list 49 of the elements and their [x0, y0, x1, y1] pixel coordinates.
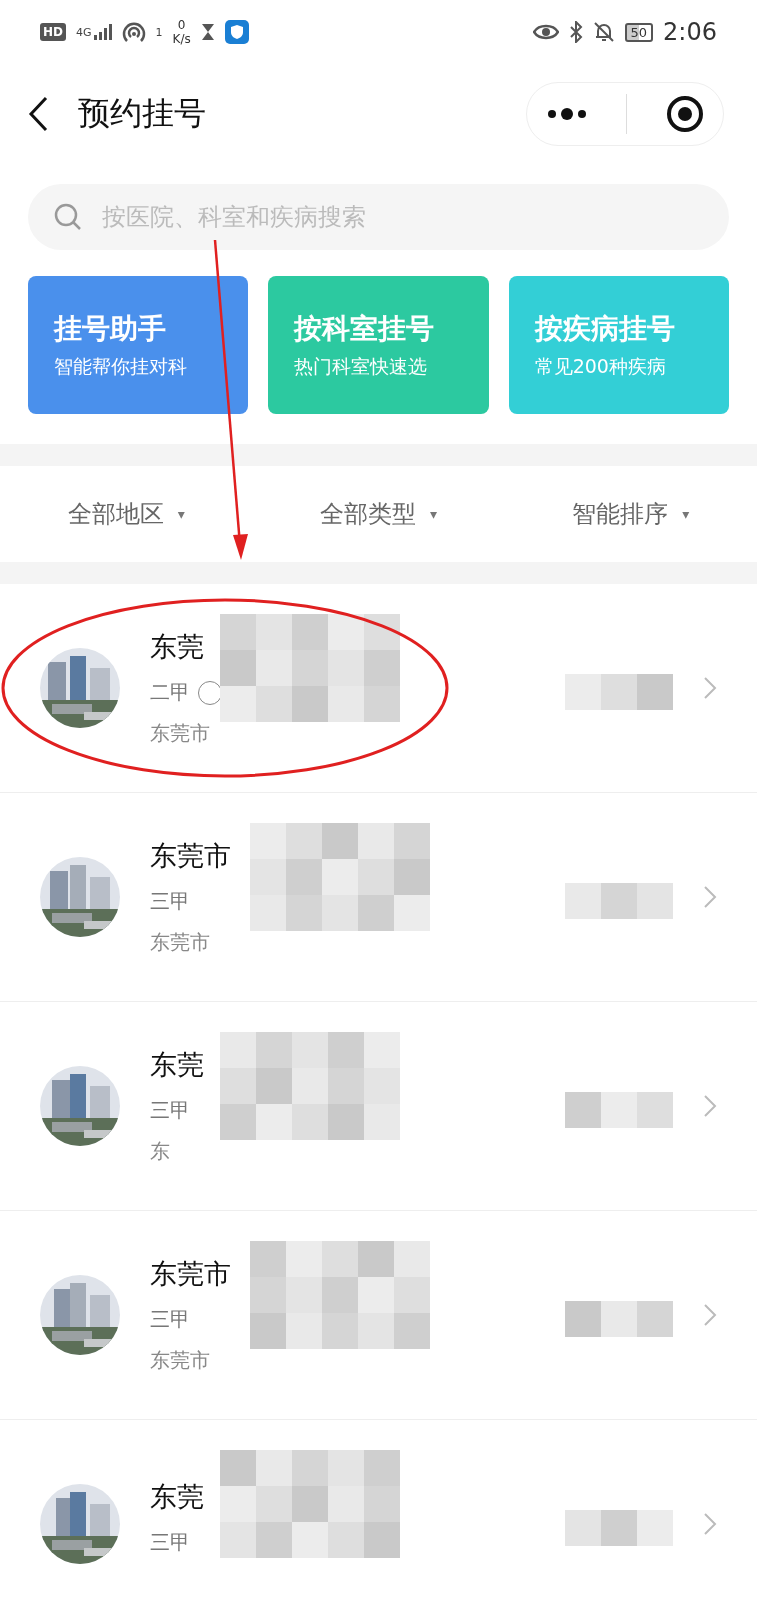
card-subtitle: 智能帮你挂对科 — [54, 354, 188, 379]
bluetooth-icon — [568, 21, 583, 43]
hospital-level: 三甲 — [150, 1528, 190, 1556]
card-title: 按疾病挂号 — [534, 311, 676, 347]
hospital-address: 东莞市 — [150, 1347, 210, 1374]
page-title: 预约挂号 — [78, 93, 207, 134]
more-icon[interactable] — [546, 108, 587, 120]
hotspot-icon — [121, 21, 146, 43]
hospital-level: 三甲 — [150, 1306, 190, 1333]
hospital-address: 东莞市 — [150, 929, 210, 956]
filter-dropdown[interactable]: 智能排序 ▾ — [572, 498, 690, 530]
filter-dropdown[interactable]: 全部类型 ▾ — [319, 498, 437, 530]
clock: 2:06 — [663, 18, 717, 46]
hospital-level: 二甲 — [150, 679, 190, 706]
search-field[interactable]: 按医院、科室和疾病搜索 — [28, 184, 729, 250]
hospital-name[interactable]: 东莞 — [150, 1047, 204, 1083]
hospital-name[interactable]: 东莞 — [150, 1478, 204, 1515]
hospital-address: 东 — [150, 1138, 170, 1165]
search-icon — [54, 203, 82, 231]
battery-indicator: 50 — [624, 22, 654, 42]
signal-icon — [93, 24, 112, 40]
chevron-icon — [703, 1094, 717, 1118]
shortcut-card[interactable]: 挂号助手 智能帮你挂对科 — [28, 276, 249, 414]
speed-value: 0 — [177, 18, 186, 32]
card-title: 挂号助手 — [54, 311, 167, 347]
muted-bell-icon — [592, 21, 615, 43]
shield-icon — [224, 20, 249, 44]
hospital-level: 三甲 — [150, 1097, 190, 1124]
hospital-level: 三甲 — [150, 888, 190, 915]
hospital-name[interactable]: 东莞 — [150, 629, 204, 665]
hd-indicator: HD — [40, 23, 66, 41]
card-subtitle: 常见200种疾病 — [534, 354, 667, 379]
speed-unit: K/s — [172, 32, 191, 46]
hospital-name[interactable]: 东莞市 — [150, 1256, 231, 1292]
chevron-icon — [703, 885, 717, 909]
back-icon[interactable] — [28, 96, 48, 132]
eye-icon — [532, 23, 559, 41]
hourglass-icon — [200, 23, 215, 41]
chevron-icon — [703, 1512, 717, 1536]
chevron-icon — [703, 676, 717, 700]
hotspot-count: 1 — [155, 25, 163, 39]
close-icon[interactable] — [665, 95, 704, 133]
filter-dropdown[interactable]: 全部地区 ▾ — [67, 498, 185, 530]
chevron-icon — [703, 1303, 717, 1327]
hospital-name[interactable]: 东莞市 — [150, 838, 231, 874]
hospital-address: 东莞市 — [150, 720, 210, 747]
card-subtitle: 热门科室快速选 — [294, 354, 429, 379]
card-title: 按科室挂号 — [294, 311, 436, 347]
network-type: 4G — [76, 25, 92, 39]
